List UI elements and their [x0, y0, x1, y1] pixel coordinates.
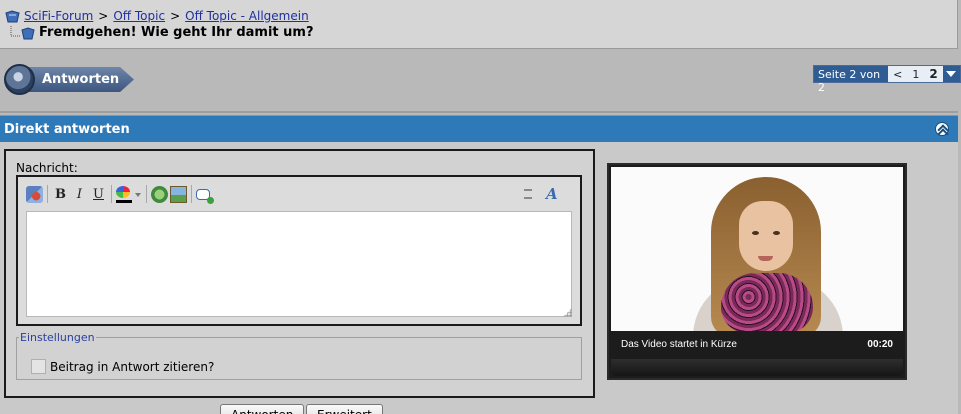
switch-mode-icon[interactable]: A — [546, 185, 564, 203]
video-person-eye — [773, 231, 780, 235]
insert-link-icon[interactable] — [151, 185, 168, 203]
color-bar — [116, 199, 132, 203]
breadcrumb-link-off-topic-allgemein[interactable]: Off Topic - Allgemein — [185, 9, 309, 23]
breadcrumb-separator: > — [98, 9, 109, 23]
editor-panel: Nachricht: B I U A Einstellungen Beitrag… — [4, 149, 595, 398]
collapse-icon[interactable] — [935, 122, 949, 136]
quick-reply-title: Direkt antworten — [4, 122, 130, 137]
page-link-1[interactable]: 1 — [907, 66, 924, 82]
prev-page-link[interactable]: < — [888, 66, 907, 82]
wysiwyg-editor: B I U A — [16, 175, 582, 326]
advanced-reply-button[interactable]: Erweitert — [306, 404, 383, 414]
video-status-text: Das Video startet in Kürze — [621, 339, 737, 350]
page-current-2: 2 — [929, 67, 938, 81]
wrap-quote-icon[interactable] — [196, 188, 214, 204]
thread-title: Fremdgehen! Wie geht Ihr damit um? — [39, 25, 314, 40]
video-controls — [611, 359, 903, 376]
video-player[interactable]: Das Video startet in Kürze 00:20 — [607, 163, 907, 380]
message-textarea[interactable] — [26, 211, 572, 317]
quick-reply-body: Nachricht: B I U A Einstellungen Beitrag… — [0, 142, 958, 414]
quote-option-row: Beitrag in Antwort zitieren? — [31, 359, 214, 374]
gear-icon — [4, 64, 35, 95]
video-countdown: 00:20 — [867, 339, 893, 350]
settings-fieldset: Einstellungen Beitrag in Antwort zitiere… — [16, 331, 582, 380]
reply-button[interactable]: Antworten — [4, 64, 134, 95]
page-count-label: Seite 2 von 2 — [814, 66, 889, 94]
breadcrumb-link-scifi-forum[interactable]: SciFi-Forum — [24, 9, 93, 23]
bold-icon[interactable]: B — [52, 186, 69, 203]
settings-legend: Einstellungen — [20, 331, 95, 344]
breadcrumb-box: SciFi-Forum > Off Topic > Off Topic - Al… — [0, 0, 958, 49]
toolbar-separator — [47, 185, 48, 203]
editor-toolbar: B I U A — [18, 177, 580, 211]
page-jump-dropdown-icon[interactable] — [942, 66, 960, 82]
breadcrumb: SciFi-Forum > Off Topic > Off Topic - Al… — [5, 9, 309, 23]
insert-image-icon[interactable] — [170, 185, 187, 203]
pagination: Seite 2 von 2 < 1 2 — [813, 65, 961, 94]
divider — [0, 111, 958, 113]
italic-icon[interactable]: I — [71, 186, 88, 203]
quote-post-label[interactable]: Beitrag in Antwort zitieren? — [50, 360, 214, 374]
toolbar-separator — [191, 185, 192, 203]
underline-icon[interactable]: U — [90, 186, 107, 203]
breadcrumb-separator: > — [170, 9, 181, 23]
video-status-bar: Das Video startet in Kürze 00:20 — [611, 335, 903, 355]
video-person-eye — [752, 231, 759, 235]
submit-reply-button[interactable]: Antworten — [220, 404, 305, 414]
quote-post-checkbox[interactable] — [31, 359, 46, 374]
message-label: Nachricht: — [16, 161, 78, 175]
remove-format-icon[interactable] — [26, 185, 43, 203]
palette-icon — [116, 185, 130, 198]
video-frame[interactable] — [611, 167, 903, 331]
video-person-scarf — [721, 273, 813, 331]
forum-home-icon — [5, 9, 20, 23]
thread-title-row: Fremdgehen! Wie geht Ihr damit um? — [10, 25, 313, 40]
toolbar-separator — [146, 185, 147, 203]
resize-editor-icon[interactable] — [523, 186, 533, 202]
toolbar-separator — [111, 185, 112, 203]
text-color-icon[interactable] — [116, 185, 142, 203]
breadcrumb-link-off-topic[interactable]: Off Topic — [113, 9, 165, 23]
tree-branch-icon — [10, 25, 36, 40]
chevron-down-icon — [135, 192, 141, 197]
reply-button-label: Antworten — [42, 72, 120, 87]
quick-reply-header: Direkt antworten — [0, 115, 958, 142]
